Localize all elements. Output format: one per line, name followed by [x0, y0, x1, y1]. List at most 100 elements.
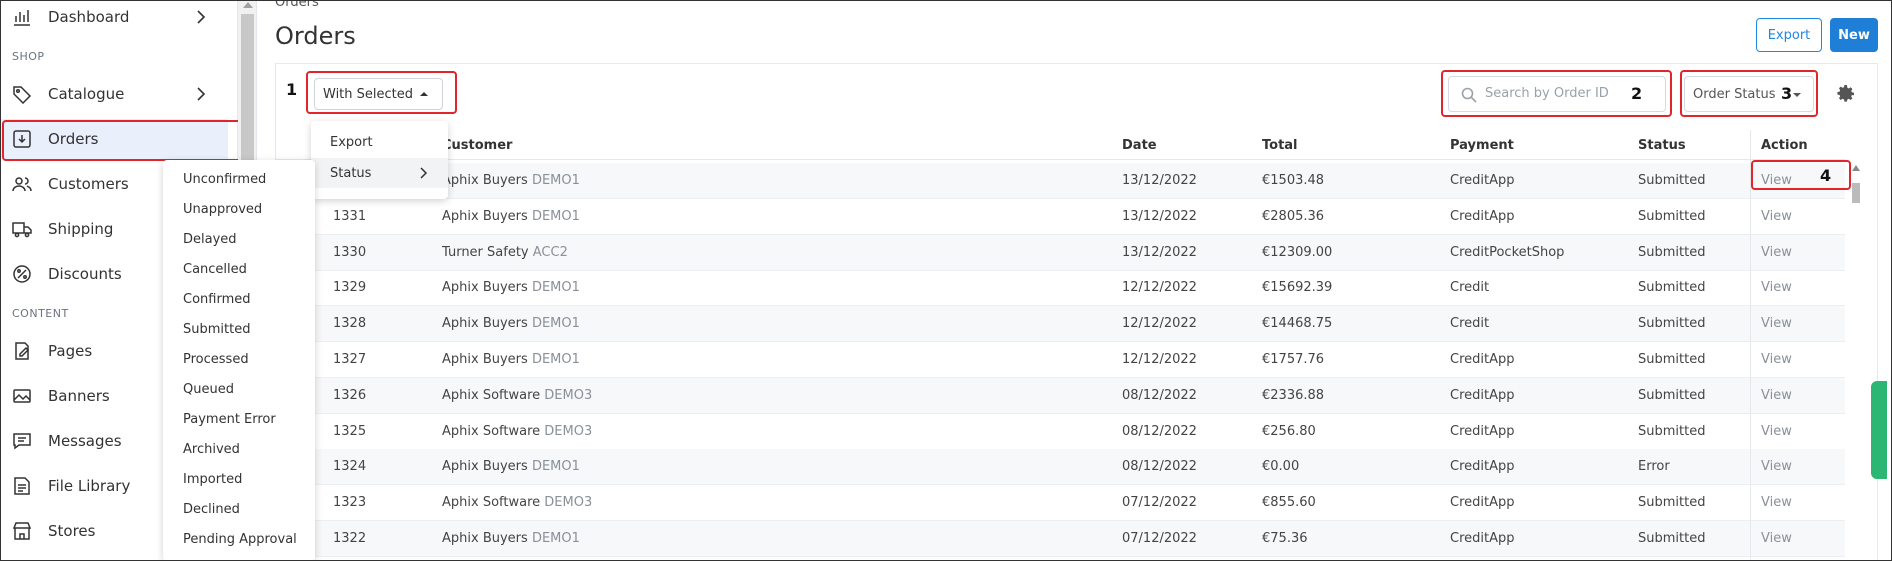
customer-code: DEMO3 [544, 495, 593, 511]
table-row[interactable]: 1322 Aphix Buyers DEMO1 07/12/2022 €75.36 Cr… [275, 521, 1845, 557]
sidebar-item-label: Customers [48, 175, 129, 193]
cell-total: €14468.75 [1262, 316, 1333, 332]
status-option[interactable]: Pending Approval [183, 532, 297, 547]
cell-total: €1503.48 [1262, 173, 1325, 188]
status-option[interactable]: Delayed [183, 232, 237, 247]
sidebar-item-catalogue[interactable]: Catalogue [0, 74, 238, 114]
sidebar-item-label: Pages [48, 342, 93, 360]
annotation-box-order-status [1680, 70, 1818, 117]
view-link[interactable]: View [1761, 495, 1792, 510]
status-option[interactable]: Payment Error [183, 412, 276, 427]
cell-order-id: 1324 [333, 459, 367, 475]
cell-total: €0.00 [1262, 459, 1300, 475]
cell-customer: Aphix Software DEMO3 [442, 495, 592, 510]
sidebar-item-label: Shipping [48, 220, 114, 238]
chevron-right-icon [197, 10, 206, 24]
view-link[interactable]: View [1761, 209, 1792, 224]
status-option[interactable]: Confirmed [183, 292, 251, 307]
status-option[interactable]: Imported [183, 472, 242, 487]
menu-item-status[interactable]: Status [311, 158, 448, 188]
table-row[interactable]: 1328 Aphix Buyers DEMO1 12/12/2022 €14468.7… [275, 306, 1845, 343]
gear-icon[interactable] [1836, 84, 1856, 104]
status-option[interactable]: Queued [183, 382, 234, 397]
breadcrumb[interactable]: Orders [275, 0, 319, 10]
cell-total: €855.60 [1262, 495, 1316, 511]
table-row[interactable]: Aphix Buyers DEMO1 13/12/2022 €1503.48 Cred… [275, 163, 1845, 199]
view-link[interactable]: View [1761, 280, 1792, 295]
cell-customer: Turner Safety ACC2 [442, 245, 568, 260]
customer-code: ACC2 [532, 244, 568, 260]
cell-order-id: 1330 [333, 244, 367, 260]
status-option[interactable]: Processed [183, 352, 249, 367]
cell-date: 13/12/2022 [1122, 173, 1197, 188]
cell-date: 13/12/2022 [1122, 244, 1197, 260]
column-header-status[interactable]: Status [1638, 138, 1686, 153]
status-option[interactable]: Archived [183, 442, 240, 457]
cell-customer: Aphix Buyers DEMO1 [442, 531, 580, 546]
side-feedback-tab[interactable] [1871, 381, 1887, 479]
view-link[interactable]: View [1761, 424, 1792, 439]
table-row[interactable]: 1330 Turner Safety ACC2 13/12/2022 €12309.0… [275, 234, 1845, 271]
view-link[interactable]: View [1761, 352, 1792, 367]
cell-order-id: 1327 [333, 352, 367, 367]
table-scrollbar[interactable] [1850, 165, 1862, 561]
cell-order-id: 1328 [333, 316, 367, 332]
cell-date: 07/12/2022 [1122, 495, 1197, 511]
image-icon [13, 389, 31, 403]
action-column-divider [1750, 130, 1751, 561]
customer-name: Aphix Software [442, 387, 541, 403]
customer-name: Aphix Buyers [442, 531, 528, 546]
scroll-up-arrow-icon[interactable] [243, 2, 253, 8]
cell-date: 08/12/2022 [1122, 423, 1197, 439]
view-link[interactable]: View [1761, 316, 1792, 331]
customer-name: Aphix Software [442, 423, 541, 439]
cell-order-id: 1329 [333, 280, 367, 296]
table-row[interactable]: 1329 Aphix Buyers DEMO1 12/12/2022 €15692.3… [275, 270, 1845, 307]
cell-order-id: 1325 [333, 423, 367, 439]
status-option[interactable]: Declined [183, 502, 240, 517]
menu-item-export[interactable]: Export [311, 127, 448, 157]
view-link[interactable]: View [1761, 245, 1792, 260]
table-row[interactable]: 1326 Aphix Software DEMO3 08/12/2022 €2336.… [275, 377, 1845, 414]
cell-status: Submitted [1638, 280, 1706, 296]
cell-customer: Aphix Buyers DEMO1 [442, 280, 580, 295]
table-row[interactable]: 1327 Aphix Buyers DEMO1 12/12/2022 €1757.76… [275, 342, 1845, 378]
cell-total: €2805.36 [1262, 208, 1325, 224]
customer-name: Aphix Buyers [442, 316, 528, 332]
view-link[interactable]: View [1761, 388, 1792, 403]
status-option[interactable]: Cancelled [183, 262, 247, 277]
table-row[interactable]: 1324 Aphix Buyers DEMO1 08/12/2022 €0.00 Cre… [275, 449, 1845, 486]
column-header-customer[interactable]: Customer [442, 138, 512, 153]
cell-order-id: 1323 [333, 495, 367, 511]
cell-status: Submitted [1638, 352, 1706, 367]
scroll-up-arrow-icon[interactable] [1852, 165, 1860, 171]
annotation-box-view [1751, 160, 1851, 190]
column-header-payment[interactable]: Payment [1450, 138, 1514, 153]
table-row[interactable]: 1325 Aphix Software DEMO3 08/12/2022 €256.8… [275, 414, 1845, 450]
cell-total: €15692.39 [1262, 280, 1333, 296]
customer-code: DEMO1 [531, 316, 580, 332]
customer-code: DEMO1 [531, 531, 580, 546]
customer-code: DEMO1 [531, 208, 580, 224]
column-header-total[interactable]: Total [1262, 138, 1298, 153]
view-link[interactable]: View [1761, 459, 1792, 474]
scrollbar-thumb[interactable] [1852, 183, 1860, 203]
status-option[interactable]: Submitted [183, 322, 250, 337]
status-option[interactable]: Unconfirmed [183, 172, 266, 187]
table-row[interactable]: 1331 Aphix Buyers DEMO1 13/12/2022 €2805.36… [275, 199, 1845, 235]
annotation-number: 1 [286, 80, 298, 99]
cell-payment: CreditApp [1450, 531, 1515, 546]
truck-icon [12, 222, 32, 238]
column-header-date[interactable]: Date [1122, 138, 1157, 153]
page-title: Orders [275, 22, 356, 50]
export-button[interactable]: Export [1756, 18, 1822, 52]
view-link[interactable]: View [1761, 531, 1792, 546]
cell-order-id: 1322 [333, 531, 367, 546]
status-option[interactable]: Unapproved [183, 202, 262, 217]
customer-name: Aphix Software [442, 495, 541, 511]
table-row[interactable]: 1323 Aphix Software DEMO3 07/12/2022 €855.6… [275, 485, 1845, 522]
customer-code: DEMO3 [544, 387, 593, 403]
sidebar-item-dashboard[interactable]: Dashboard [0, 0, 238, 37]
new-button[interactable]: New [1830, 18, 1878, 52]
annotation-box-orders [2, 120, 242, 161]
